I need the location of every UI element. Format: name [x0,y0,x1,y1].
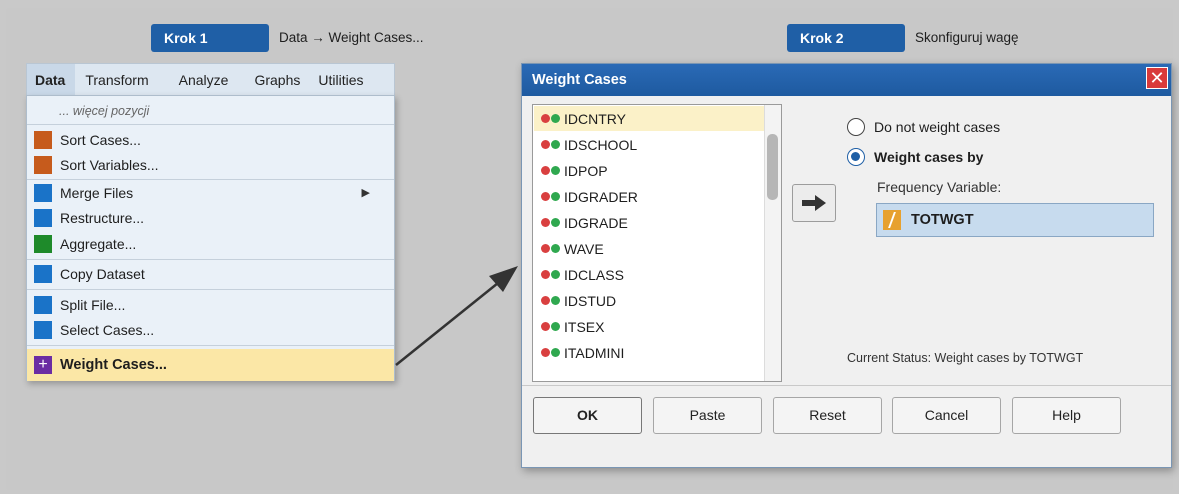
dialog-titlebar: Weight Cases ✕ [522,64,1171,96]
list-item[interactable]: IDGRADER [534,184,764,209]
variable-name: WAVE [564,240,604,257]
radio-button[interactable] [847,118,865,136]
list-item[interactable]: IDPOP [534,158,764,183]
variable-name: IDPOP [564,162,608,179]
variable-type-icon [541,348,560,357]
paste-button[interactable]: Paste [653,397,762,434]
variable-type-icon [541,322,560,331]
variable-type-icon [541,114,560,123]
list-item[interactable]: IDGRADE [534,210,764,235]
help-button[interactable]: Help [1012,397,1121,434]
dialog-title: Weight Cases [532,72,627,88]
variable-name: IDSTUD [564,292,617,309]
variable-type-icon [541,296,560,305]
cancel-button[interactable]: Cancel [892,397,1001,434]
variable-name: IDCNTRY [564,110,626,127]
arrow-right-icon [802,195,826,211]
variable-name: ITADMINI [564,344,625,361]
variable-type-icon [541,270,560,279]
variable-type-icon [541,192,560,201]
list-item[interactable]: IDCNTRY [534,106,764,131]
frequency-variable-label: Frequency Variable: [877,179,1002,195]
list-item[interactable]: WAVE [534,236,764,261]
radio-weight-cases-by[interactable]: Weight cases by [847,148,983,166]
variable-name: IDCLASS [564,266,624,283]
dialog-divider [522,385,1171,386]
reset-button[interactable]: Reset [773,397,882,434]
radio-do-not-weight[interactable]: Do not weight cases [847,118,1000,136]
radio-button-selected[interactable] [847,148,865,166]
variable-type-icon [541,218,560,227]
scrollbar-thumb[interactable] [767,134,778,200]
variable-name: IDGRADER [564,188,638,205]
move-variable-button[interactable] [792,184,836,222]
scale-variable-icon [883,210,901,230]
variable-type-icon [541,166,560,175]
current-status: Current Status: Weight cases by TOTWGT [847,351,1084,365]
variable-type-icon [541,140,560,149]
variable-type-icon [541,244,560,253]
variable-list[interactable]: IDCNTRY IDSCHOOL IDPOP IDGRADER IDGRADE … [532,104,782,382]
scrollbar[interactable] [764,105,781,381]
frequency-variable-value: TOTWGT [911,212,974,228]
variable-name: IDSCHOOL [564,136,638,153]
list-item[interactable]: ITSEX [534,314,764,339]
list-item[interactable]: ITADMINI [534,340,764,365]
variable-name: ITSEX [564,318,605,335]
list-item[interactable]: IDSTUD [534,288,764,313]
radio-label: Weight cases by [874,149,984,165]
list-item[interactable]: IDSCHOOL [534,132,764,157]
list-item[interactable]: IDCLASS [534,262,764,287]
radio-label: Do not weight cases [874,119,1001,135]
close-button[interactable]: ✕ [1146,67,1168,89]
variable-name: IDGRADE [564,214,628,231]
frequency-variable-field[interactable]: TOTWGT [876,203,1154,237]
weight-cases-dialog: Weight Cases ✕ IDCNTRY IDSCHOOL IDPOP ID… [521,63,1172,468]
ok-button[interactable]: OK [533,397,642,434]
